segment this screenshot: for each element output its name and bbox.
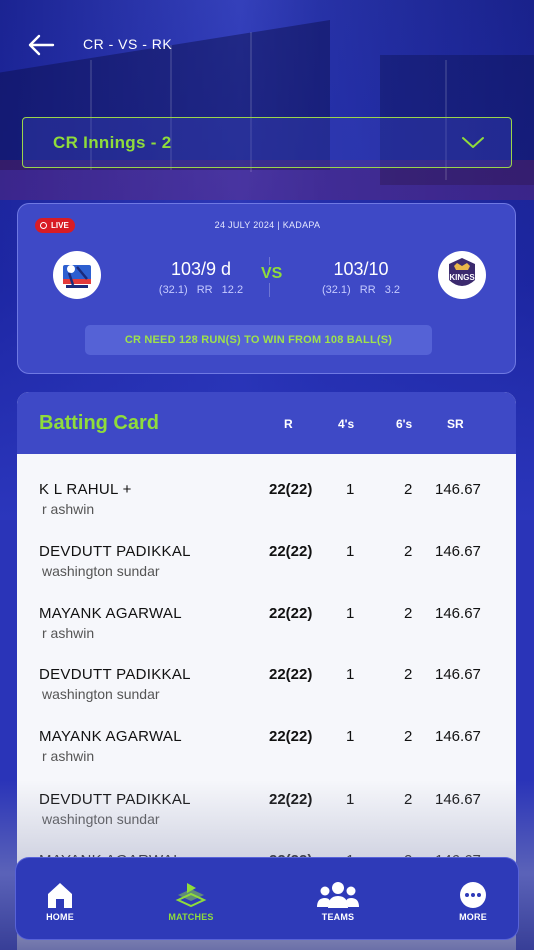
batter-strike-rate: 146.67 <box>435 791 481 808</box>
batter-strike-rate: 146.67 <box>435 543 481 560</box>
match-date-venue: 24 JULY 2024 | KADAPA <box>214 220 321 230</box>
batter-strike-rate: 146.67 <box>435 605 481 622</box>
batter-fours: 1 <box>346 666 355 683</box>
kings-team-logo-icon: KINGS <box>449 258 475 286</box>
batter-runs: 22(22) <box>269 605 313 622</box>
batter-strike-rate: 146.67 <box>435 728 481 745</box>
batter-sixes: 2 <box>404 791 413 808</box>
batter-sixes: 2 <box>404 666 413 683</box>
table-row[interactable]: DEVDUTT PADIKKAL washington sundar 22(22… <box>17 772 516 834</box>
innings-dropdown-label: CR Innings - 2 <box>53 132 172 152</box>
chevron-down-icon <box>462 136 484 148</box>
more-icon <box>460 882 486 908</box>
batter-sixes: 2 <box>404 481 413 498</box>
vs-label: VS <box>259 265 285 283</box>
col-header-strike-rate: SR <box>447 417 464 431</box>
nav-teams[interactable]: TEAMS <box>293 858 383 941</box>
matches-icon <box>175 883 207 908</box>
team-logo-rk: KINGS <box>438 251 486 299</box>
home-icon <box>48 883 72 908</box>
team-logo-cr <box>53 251 101 299</box>
batter-name: MAYANK AGARWAL <box>39 728 182 745</box>
nav-more-label: MORE <box>459 912 487 922</box>
nav-home-label: HOME <box>46 912 74 922</box>
batter-name: DEVDUTT PADIKKAL <box>39 543 191 560</box>
nav-matches[interactable]: MATCHES <box>146 858 236 941</box>
batter-strike-rate: 146.67 <box>435 481 481 498</box>
batter-fours: 1 <box>346 481 355 498</box>
col-header-fours: 4's <box>338 417 355 431</box>
table-row[interactable]: MAYANK AGARWAL r ashwin 22(22) 1 2 146.6… <box>17 586 516 648</box>
batter-runs: 22(22) <box>269 666 313 683</box>
table-row[interactable]: MAYANK AGARWAL r ashwin 22(22) 1 2 146.6… <box>17 709 516 771</box>
team-left-score: 103/9 d <box>170 259 232 279</box>
batter-runs: 22(22) <box>269 728 313 745</box>
batter-dismissal: washington sundar <box>42 811 160 827</box>
batter-sixes: 2 <box>404 728 413 745</box>
col-header-sixes: 6's <box>396 417 413 431</box>
nav-teams-label: TEAMS <box>321 912 355 922</box>
batter-dismissal: r ashwin <box>42 625 95 641</box>
batter-fours: 1 <box>346 543 355 560</box>
top-bar: CR - VS - RK <box>0 0 534 90</box>
batter-name: MAYANK AGARWAL <box>39 605 182 622</box>
col-header-runs: R <box>284 417 293 431</box>
table-row[interactable]: DEVDUTT PADIKKAL washington sundar 22(22… <box>17 647 516 709</box>
batter-runs: 22(22) <box>269 481 313 498</box>
match-score-card[interactable]: LIVE 24 JULY 2024 | KADAPA 103/9 d (32.1… <box>17 203 516 374</box>
kings-logo-text: KINGS <box>449 273 475 282</box>
batter-dismissal: washington sundar <box>42 686 160 702</box>
batter-dismissal: washington sundar <box>42 563 160 579</box>
batter-dismissal: r ashwin <box>42 748 95 764</box>
batter-sixes: 2 <box>404 605 413 622</box>
batter-runs: 22(22) <box>269 543 313 560</box>
nav-matches-label: MATCHES <box>168 912 214 922</box>
innings-dropdown[interactable]: CR Innings - 2 <box>22 117 512 168</box>
bottom-navigation: HOME MATCHES TEAMS MORE <box>15 857 519 940</box>
match-title: CR - VS - RK <box>83 36 173 52</box>
arrow-left-icon[interactable] <box>26 30 56 60</box>
team-right-score-block: 103/10 (32.1) RR 3.2 <box>296 259 426 296</box>
batter-name: DEVDUTT PADIKKAL <box>39 791 191 808</box>
batter-name: K L RAHUL + <box>39 481 132 498</box>
batter-strike-rate: 146.67 <box>435 666 481 683</box>
batter-fours: 1 <box>346 728 355 745</box>
batter-name: DEVDUTT PADIKKAL <box>39 666 191 683</box>
team-right-run-rate: RR 3.2 <box>359 284 401 296</box>
cricket-team-logo-icon <box>63 265 91 288</box>
team-right-score: 103/10 <box>333 259 389 279</box>
batter-fours: 1 <box>346 605 355 622</box>
batter-dismissal: r ashwin <box>42 501 95 517</box>
table-row[interactable]: K L RAHUL + r ashwin 22(22) 1 2 146.67 <box>17 462 516 524</box>
target-need-banner: CR NEED 128 RUN(S) TO WIN FROM 108 BALL(… <box>85 325 432 355</box>
nav-more[interactable]: MORE <box>428 858 518 941</box>
team-left-score-block: 103/9 d (32.1) RR 12.2 <box>136 259 266 296</box>
teams-icon <box>317 882 359 908</box>
batter-sixes: 2 <box>404 543 413 560</box>
team-left-overs-rr: (32.1) RR 12.2 <box>136 284 266 296</box>
table-row[interactable]: DEVDUTT PADIKKAL washington sundar 22(22… <box>17 524 516 586</box>
batting-card-header: Batting Card R 4's 6's SR <box>17 392 516 454</box>
batting-card-title: Batting Card <box>39 412 159 434</box>
team-right-overs: (32.1) <box>321 284 351 296</box>
nav-home[interactable]: HOME <box>15 858 105 941</box>
batter-runs: 22(22) <box>269 791 313 808</box>
team-right-overs-rr: (32.1) RR 3.2 <box>296 284 426 296</box>
team-left-overs: (32.1) <box>158 284 188 296</box>
team-left-run-rate: RR 12.2 <box>196 284 244 296</box>
batter-fours: 1 <box>346 791 355 808</box>
